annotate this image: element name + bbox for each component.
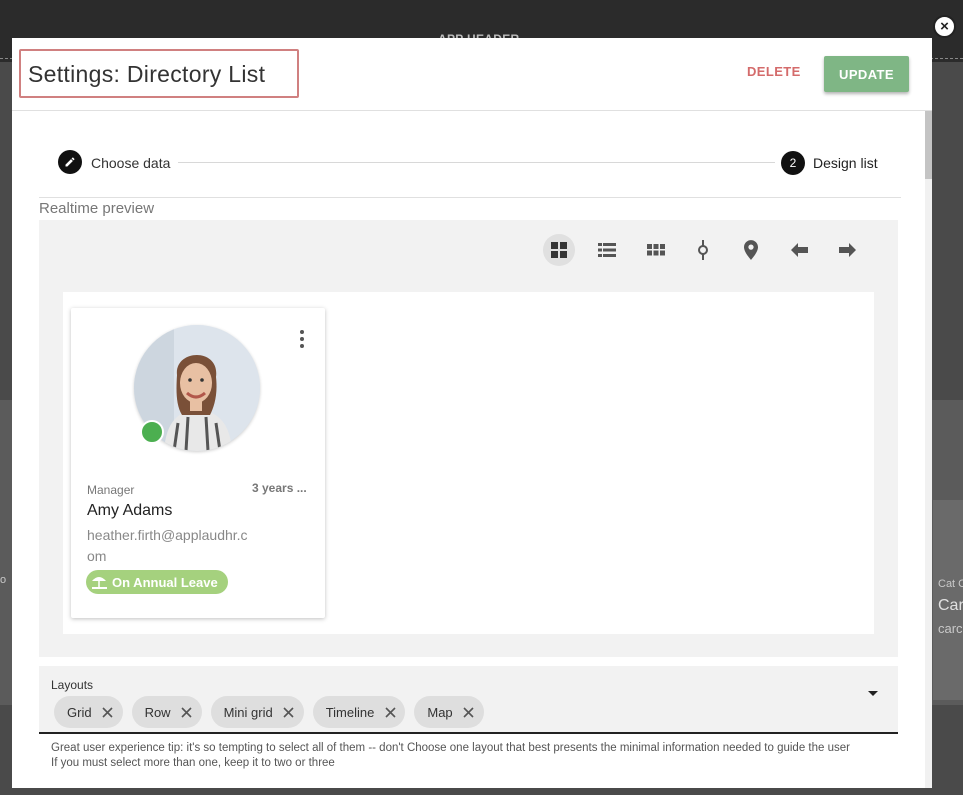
chevron-down-icon[interactable] bbox=[868, 691, 878, 696]
realtime-preview-label: Realtime preview bbox=[39, 200, 155, 217]
background-card-title: Car bbox=[938, 597, 963, 614]
employee-card[interactable]: Manager 3 years ... Amy Adams heather.fi… bbox=[71, 308, 325, 618]
map-pin-icon bbox=[744, 240, 758, 260]
background-card-text: carc bbox=[938, 621, 963, 636]
previous-button[interactable] bbox=[783, 234, 815, 266]
next-button[interactable] bbox=[831, 234, 863, 266]
helper-line-2: If you must select more than one, keep i… bbox=[51, 757, 335, 769]
delete-button[interactable]: DELETE bbox=[747, 64, 801, 79]
layouts-helper-text: Great user experience tip: it's so tempt… bbox=[51, 741, 911, 771]
modal-scrollbar[interactable] bbox=[925, 111, 932, 788]
stepper-divider bbox=[39, 197, 901, 198]
chip-timeline[interactable]: Timeline bbox=[312, 696, 406, 728]
layouts-select[interactable]: Layouts Grid Row Mini grid Timeline Map bbox=[39, 666, 898, 734]
timeline-icon bbox=[698, 240, 708, 260]
chip-label: Timeline bbox=[325, 704, 375, 720]
beach-umbrella-icon bbox=[92, 577, 107, 589]
card-email[interactable]: heather.firth@applaudhr.com bbox=[87, 525, 255, 567]
card-name[interactable]: Amy Adams bbox=[87, 502, 172, 520]
card-role: Manager bbox=[87, 483, 135, 497]
map-button[interactable] bbox=[735, 234, 767, 266]
stepper: Choose data 2 Design list bbox=[58, 150, 888, 176]
remove-chip-icon[interactable] bbox=[461, 704, 477, 720]
scrollbar-thumb[interactable] bbox=[925, 111, 932, 179]
preview-area: Manager 3 years ... Amy Adams heather.fi… bbox=[39, 220, 898, 657]
step-design-list[interactable]: Design list bbox=[813, 155, 878, 171]
chip-grid[interactable]: Grid bbox=[54, 696, 123, 728]
grid-view-button[interactable] bbox=[543, 234, 575, 266]
arrow-right-icon bbox=[838, 243, 856, 257]
preview-canvas: Manager 3 years ... Amy Adams heather.fi… bbox=[63, 292, 874, 634]
modal-title: Settings: Directory List bbox=[28, 61, 266, 87]
background-left-text: o bbox=[0, 574, 7, 586]
helper-line-1: Great user experience tip: it's so tempt… bbox=[51, 742, 850, 754]
background-card-category: Cat C bbox=[938, 578, 963, 590]
online-status-dot bbox=[140, 420, 164, 444]
mini-grid-button[interactable] bbox=[640, 234, 672, 266]
chip-label: Row bbox=[144, 704, 171, 720]
remove-chip-icon[interactable] bbox=[281, 704, 297, 720]
pencil-icon[interactable] bbox=[58, 150, 82, 174]
mini-grid-icon bbox=[647, 244, 665, 256]
list-view-button[interactable] bbox=[591, 234, 623, 266]
more-options-icon[interactable] bbox=[297, 328, 307, 350]
step-2-number[interactable]: 2 bbox=[781, 151, 805, 175]
modal-header: Settings: Directory List DELETE UPDATE bbox=[12, 38, 932, 111]
chip-mini-grid[interactable]: Mini grid bbox=[210, 696, 304, 728]
chip-map[interactable]: Map bbox=[414, 696, 484, 728]
stepper-connector bbox=[178, 162, 775, 163]
card-tenure: 3 years ... bbox=[252, 481, 307, 495]
remove-chip-icon[interactable] bbox=[179, 704, 195, 720]
remove-chip-icon[interactable] bbox=[382, 704, 398, 720]
chip-row[interactable]: Row bbox=[131, 696, 202, 728]
settings-modal: Settings: Directory List DELETE UPDATE C… bbox=[12, 38, 932, 788]
close-modal-button[interactable]: × bbox=[933, 15, 956, 38]
leave-status-label: On Annual Leave bbox=[112, 574, 218, 590]
remove-chip-icon[interactable] bbox=[100, 704, 116, 720]
layout-chips: Grid Row Mini grid Timeline Map bbox=[54, 696, 493, 728]
chip-label: Mini grid bbox=[223, 704, 273, 720]
grid-view-icon bbox=[551, 242, 567, 258]
timeline-button[interactable] bbox=[687, 234, 719, 266]
chip-label: Grid bbox=[67, 704, 92, 720]
leave-status-badge: On Annual Leave bbox=[86, 570, 228, 594]
step-choose-data[interactable]: Choose data bbox=[91, 155, 170, 171]
list-view-icon bbox=[598, 243, 616, 257]
background-card: Cat C Car carc bbox=[933, 500, 963, 700]
arrow-left-icon bbox=[790, 243, 808, 257]
layouts-label: Layouts bbox=[51, 678, 94, 692]
close-icon: × bbox=[940, 18, 949, 35]
update-button[interactable]: UPDATE bbox=[824, 56, 909, 92]
chip-label: Map bbox=[427, 704, 453, 720]
